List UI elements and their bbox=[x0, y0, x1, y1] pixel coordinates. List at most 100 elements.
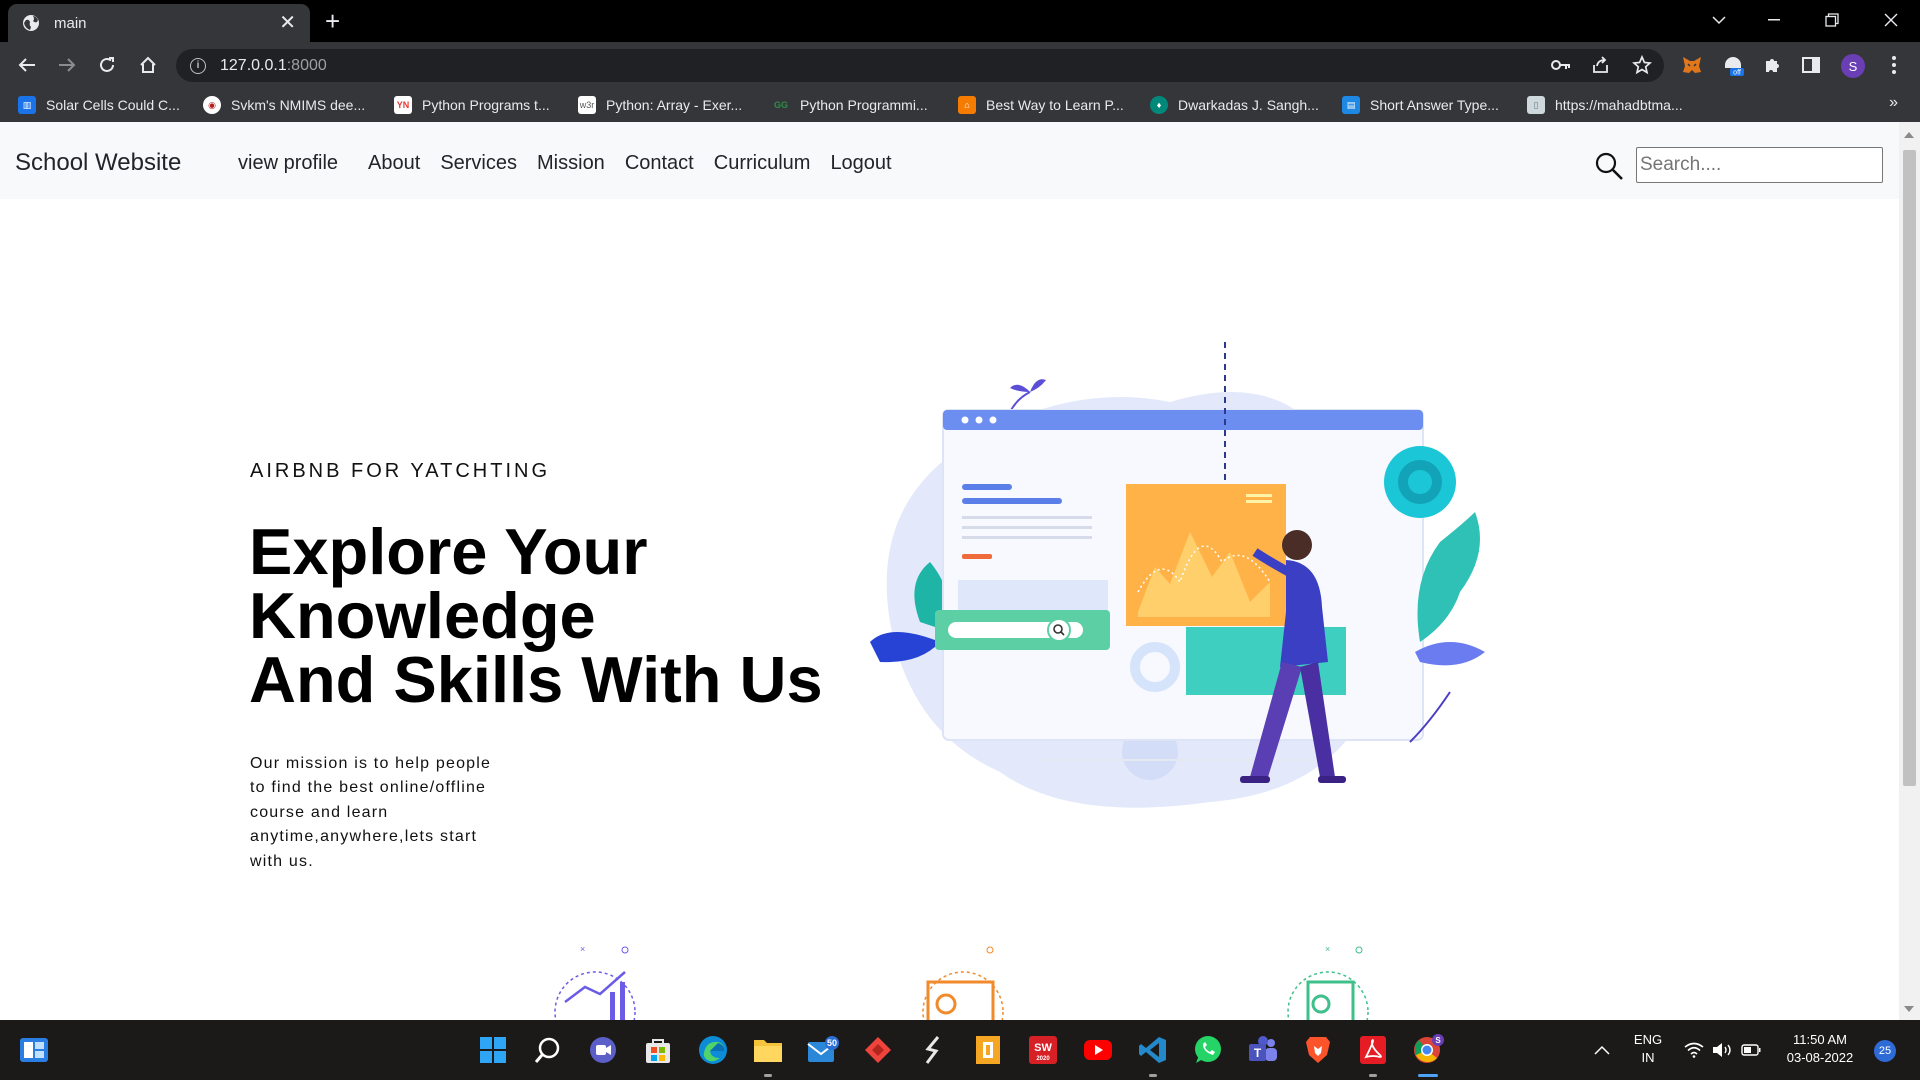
python-programs-icon: YN bbox=[394, 96, 412, 114]
scroll-down-arrow[interactable] bbox=[1904, 1006, 1914, 1012]
mail-icon[interactable]: 50 bbox=[807, 1034, 839, 1066]
scrollbar-thumb[interactable] bbox=[1903, 150, 1916, 786]
web-page: School Website view profile About Servic… bbox=[0, 122, 1899, 1020]
side-panel-icon[interactable] bbox=[1800, 54, 1822, 76]
new-tab-button[interactable]: + bbox=[325, 8, 340, 34]
key-icon[interactable] bbox=[1550, 54, 1572, 76]
vpn-extension-icon[interactable]: off bbox=[1722, 54, 1744, 76]
sublime-icon[interactable] bbox=[917, 1034, 949, 1066]
url-port: :8000 bbox=[286, 56, 327, 74]
vscode-icon[interactable] bbox=[1137, 1034, 1169, 1066]
bookmark-item[interactable]: ▯ https://mahadbtma... bbox=[1527, 94, 1683, 116]
bookmark-star-icon[interactable] bbox=[1631, 54, 1653, 76]
bookmark-item[interactable]: ⌂ Best Way to Learn P... bbox=[958, 94, 1124, 116]
battery-icon[interactable] bbox=[1739, 1034, 1763, 1066]
meet-icon[interactable] bbox=[587, 1034, 619, 1066]
svg-text:S: S bbox=[1435, 1036, 1441, 1045]
bookmarks-bar: ▥ Solar Cells Could C... ◉ Svkm's NMIMS de… bbox=[0, 88, 1920, 122]
doc-icon: ▯ bbox=[1527, 96, 1545, 114]
url-host: 127.0.0.1 bbox=[220, 56, 287, 74]
bookmark-item[interactable]: ♦ Dwarkadas J. Sangh... bbox=[1150, 94, 1319, 116]
restore-button[interactable] bbox=[1803, 0, 1861, 40]
bookmark-item[interactable]: ▤ Short Answer Type... bbox=[1342, 94, 1499, 116]
edge-icon[interactable] bbox=[697, 1034, 729, 1066]
search-icon[interactable] bbox=[1594, 151, 1624, 181]
store-icon[interactable] bbox=[642, 1034, 674, 1066]
tab-search-icon[interactable] bbox=[1690, 0, 1748, 40]
active-app-indicator bbox=[1418, 1074, 1438, 1077]
close-tab-icon[interactable]: ✕ bbox=[279, 13, 296, 33]
search-input[interactable] bbox=[1636, 147, 1883, 183]
settings-feature-icon: × bbox=[1287, 944, 1369, 1020]
close-window-button[interactable] bbox=[1862, 0, 1920, 40]
svg-text:T: T bbox=[1254, 1046, 1262, 1060]
nav-services[interactable]: Services bbox=[440, 152, 517, 175]
input-language[interactable]: ENG IN bbox=[1624, 1031, 1672, 1067]
svg-text:SW: SW bbox=[1034, 1042, 1052, 1054]
notification-badge[interactable]: 25 bbox=[1874, 1040, 1896, 1062]
reload-button[interactable] bbox=[92, 50, 122, 80]
volume-icon[interactable] bbox=[1710, 1034, 1734, 1066]
clock[interactable]: 11:50 AM 03-08-2022 bbox=[1772, 1031, 1868, 1067]
bookmark-item[interactable]: GG Python Programmi... bbox=[772, 94, 928, 116]
bookmark-item[interactable]: YN Python Programs t... bbox=[394, 94, 550, 116]
svg-text:2020: 2020 bbox=[1036, 1056, 1050, 1062]
w3r-icon: w3r bbox=[578, 96, 596, 114]
extensions-puzzle-icon[interactable] bbox=[1762, 54, 1784, 76]
wifi-icon[interactable] bbox=[1682, 1034, 1706, 1066]
hero-illustration bbox=[870, 342, 1485, 808]
acrobat-icon[interactable] bbox=[1357, 1034, 1389, 1066]
browser-toolbar: i 127.0.0.1:8000 off bbox=[0, 42, 1920, 88]
mail-badge: 50 bbox=[827, 1038, 837, 1048]
gfg-icon: GG bbox=[773, 100, 788, 110]
teams-icon[interactable]: T bbox=[1247, 1034, 1279, 1066]
explorer-icon[interactable] bbox=[752, 1034, 784, 1066]
nav-curriculum[interactable]: Curriculum bbox=[714, 152, 811, 175]
home-button[interactable] bbox=[133, 50, 163, 80]
page-icon: ▤ bbox=[1342, 96, 1360, 114]
ilovepdf-icon[interactable] bbox=[972, 1034, 1004, 1066]
profile-avatar[interactable]: S bbox=[1841, 54, 1865, 78]
site-brand[interactable]: School Website bbox=[15, 149, 181, 177]
menu-kebab-icon[interactable] bbox=[1883, 54, 1905, 76]
tab-strip: main ✕ + bbox=[0, 0, 1920, 42]
nav-about[interactable]: About bbox=[368, 152, 420, 175]
search-icon[interactable] bbox=[532, 1034, 564, 1066]
show-hidden-icons-icon[interactable] bbox=[1590, 1034, 1614, 1066]
forward-button[interactable] bbox=[52, 50, 82, 80]
chrome-icon[interactable]: S bbox=[1412, 1034, 1444, 1066]
learn-icon: ⌂ bbox=[958, 96, 976, 114]
running-indicator bbox=[764, 1074, 772, 1077]
site-info-icon[interactable]: i bbox=[190, 57, 206, 74]
bookmark-item[interactable]: w3r Python: Array - Exer... bbox=[578, 94, 742, 116]
extension-badge: off bbox=[1733, 70, 1741, 77]
youtube-icon[interactable] bbox=[1082, 1034, 1114, 1066]
solar-icon: ▥ bbox=[18, 96, 36, 114]
start-icon[interactable] bbox=[477, 1034, 509, 1066]
running-indicator bbox=[1369, 1074, 1377, 1077]
svg-text:×: × bbox=[580, 944, 585, 954]
whatsapp-icon[interactable] bbox=[1192, 1034, 1224, 1066]
anydesk-icon[interactable] bbox=[862, 1034, 894, 1066]
browser-tab[interactable]: main ✕ bbox=[8, 4, 310, 42]
bookmark-item[interactable]: ▥ Solar Cells Could C... bbox=[18, 94, 180, 116]
share-icon[interactable] bbox=[1590, 54, 1612, 76]
brave-icon[interactable] bbox=[1302, 1034, 1334, 1066]
bookmark-item[interactable]: ◉ Svkm's NMIMS dee... bbox=[203, 94, 365, 116]
hero-headline: Explore Your Knowledge And Skills With U… bbox=[249, 519, 823, 712]
globe-icon bbox=[23, 15, 39, 31]
minimize-button[interactable] bbox=[1745, 0, 1803, 40]
widgets-icon[interactable] bbox=[18, 1034, 50, 1066]
scroll-up-arrow[interactable] bbox=[1904, 132, 1914, 138]
more-bookmarks-icon[interactable]: » bbox=[1889, 94, 1898, 112]
address-bar[interactable]: i 127.0.0.1:8000 bbox=[176, 49, 1664, 82]
nav-logout[interactable]: Logout bbox=[830, 152, 891, 175]
metamask-icon[interactable] bbox=[1681, 54, 1703, 76]
solidworks-icon[interactable]: SW 2020 bbox=[1027, 1034, 1059, 1066]
analytics-feature-icon: × bbox=[554, 944, 636, 1020]
nav-view-profile[interactable]: view profile bbox=[238, 152, 338, 175]
page-scrollbar[interactable] bbox=[1899, 122, 1920, 1020]
back-button[interactable] bbox=[12, 50, 42, 80]
nav-contact[interactable]: Contact bbox=[625, 152, 694, 175]
nav-mission[interactable]: Mission bbox=[537, 152, 605, 175]
